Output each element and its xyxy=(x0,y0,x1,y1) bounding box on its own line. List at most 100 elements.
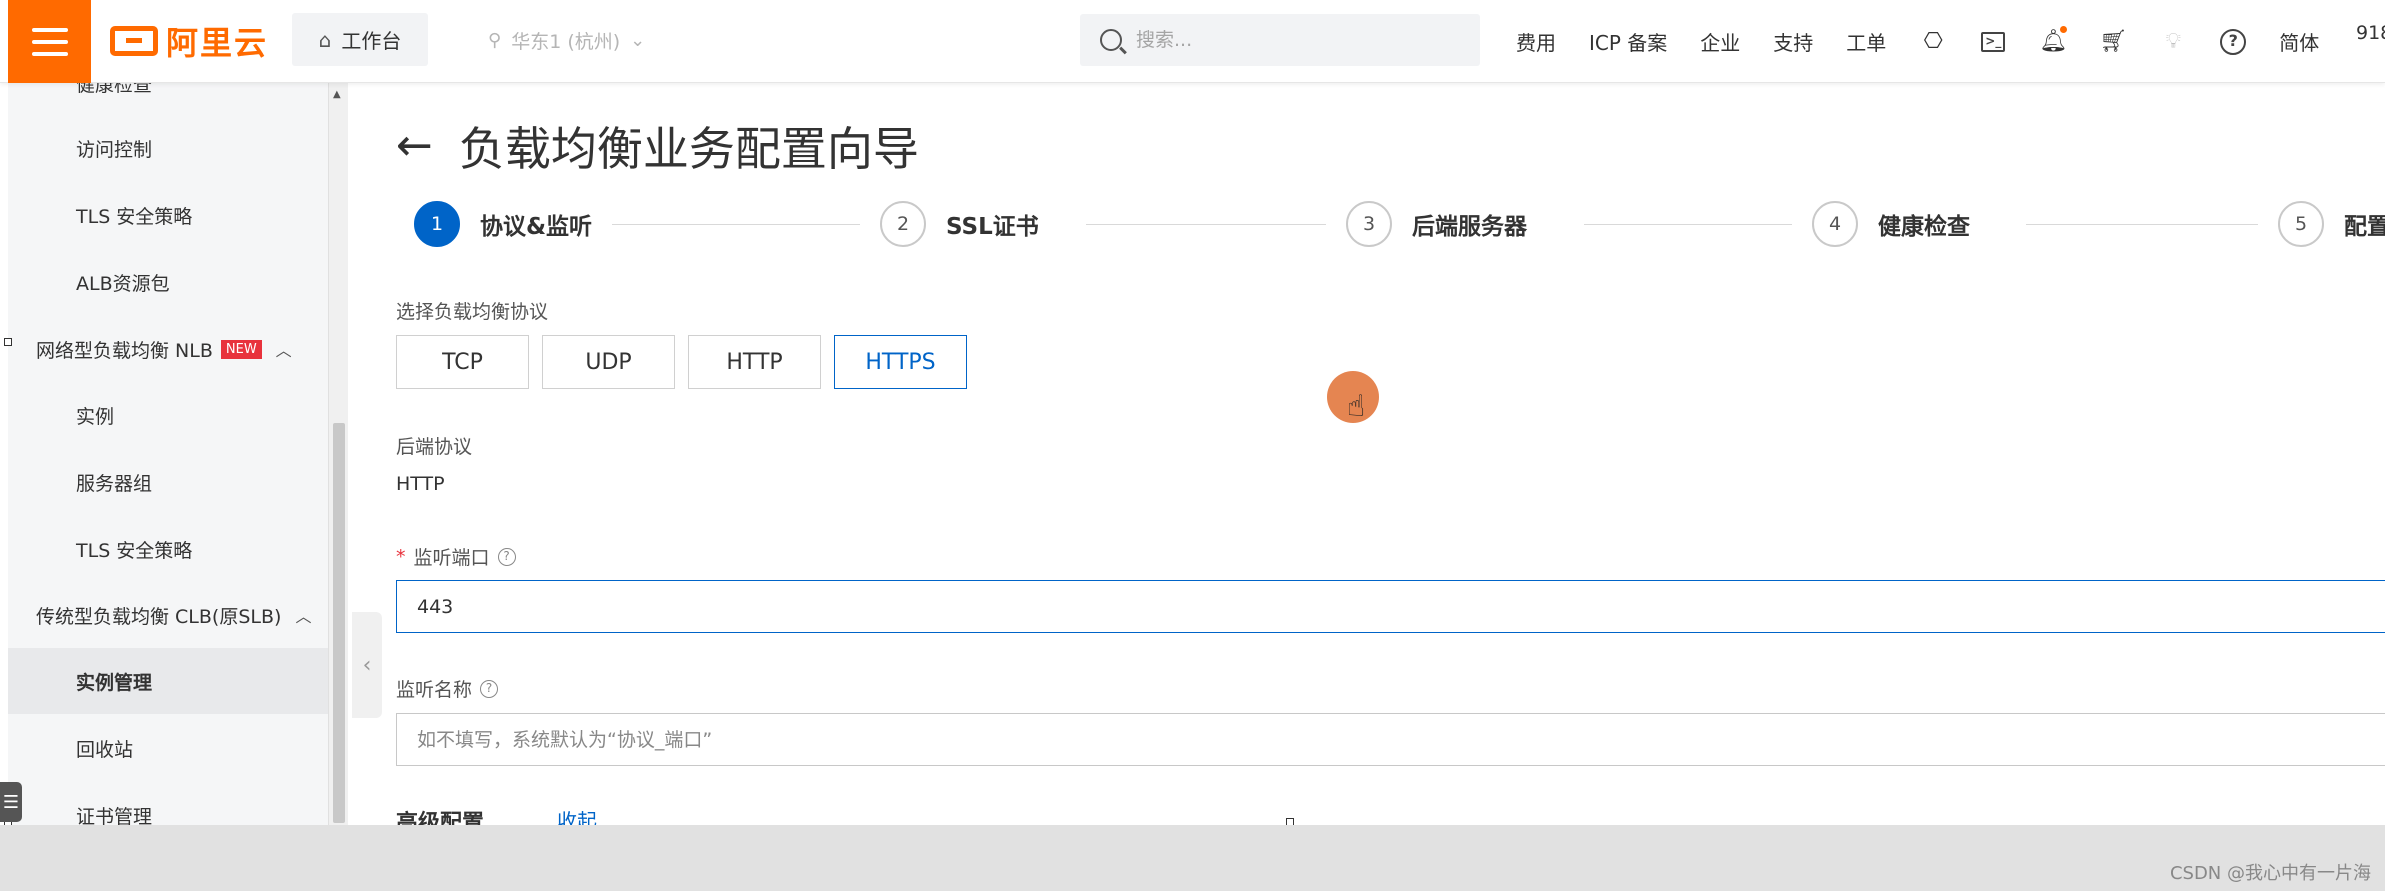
sidebar-item-alb-package[interactable]: ALB资源包 xyxy=(8,252,334,312)
logo-text: 阿里云 xyxy=(166,24,269,62)
help-icon[interactable]: ? xyxy=(480,679,499,698)
nav-link-billing[interactable]: 费用 xyxy=(1516,27,1556,56)
step-number: 1 xyxy=(414,201,460,247)
sidebar-item-label: 网络型负载均衡 NLB xyxy=(36,339,213,362)
search-box[interactable] xyxy=(1080,14,1480,66)
notification-dot xyxy=(2060,25,2068,33)
listen-port-input[interactable] xyxy=(396,580,2385,633)
protocol-http-button[interactable]: HTTP xyxy=(688,335,821,389)
step-4: 4 健康检查 xyxy=(1812,201,1970,247)
top-navbar: 阿里云 ⌂ 工作台 ⚲ 华东1 (杭州) ⌄ 费用 ICP 备案 企业 支持 工… xyxy=(0,0,2385,83)
region-label: 华东1 (杭州) xyxy=(511,30,621,53)
notification-bell-icon[interactable]: 🔔︎ xyxy=(2039,25,2068,56)
sidebar-item-recycle-bin[interactable]: 回收站 xyxy=(8,718,334,778)
location-pin-icon: ⚲ xyxy=(488,29,502,51)
sidebar-item-nlb-instance[interactable]: 实例 xyxy=(8,385,334,445)
protocol-selector: TCP UDP HTTP HTTPS xyxy=(396,335,967,389)
sidebar-item-label: 回收站 xyxy=(76,738,134,761)
protocol-tcp-button[interactable]: TCP xyxy=(396,335,529,389)
nav-link-enterprise[interactable]: 企业 xyxy=(1700,27,1740,56)
help-circle-icon[interactable]: ? xyxy=(2219,28,2247,56)
sidebar-group-nlb[interactable]: 网络型负载均衡 NLB NEW ︿ xyxy=(8,319,334,379)
step-label: 配置 xyxy=(2344,214,2385,240)
sidebar-item-certificate-management[interactable]: 证书管理 xyxy=(8,785,334,826)
main-content: ← 负载均衡业务配置向导 1 协议&监听 2 SSL证书 3 后端服务器 4 健… xyxy=(382,83,2385,825)
help-icon[interactable]: ? xyxy=(497,547,516,566)
language-switch[interactable]: 简体 xyxy=(2279,27,2319,56)
backend-protocol-value: HTTP xyxy=(396,473,445,495)
lightbulb-icon[interactable]: 💡︎ xyxy=(2159,28,2187,56)
listen-name-input[interactable] xyxy=(396,713,2385,766)
nav-link-ticket[interactable]: 工单 xyxy=(1846,27,1886,56)
watermark-text: CSDN @我心中有一片海 xyxy=(2169,863,2371,884)
workbench-label: 工作台 xyxy=(341,29,402,53)
search-input[interactable] xyxy=(1136,29,1436,51)
nav-link-support[interactable]: 支持 xyxy=(1773,27,1813,56)
step-label: 后端服务器 xyxy=(1412,214,1527,240)
sidebar: 健康检查 访问控制 TLS 安全策略 ALB资源包 网络型负载均衡 NLB NE… xyxy=(8,83,334,825)
sidebar-group-clb[interactable]: 传统型负载均衡 CLB(原SLB) ︿ xyxy=(8,585,334,645)
cart-icon[interactable]: 🛒︎ xyxy=(2099,28,2127,56)
app-icon[interactable]: ⎔ xyxy=(1919,28,1947,56)
selection-handle xyxy=(4,338,12,346)
chevron-left-icon: ‹ xyxy=(362,652,372,678)
region-selector[interactable]: ⚲ 华东1 (杭州) ⌄ xyxy=(488,22,645,58)
sidebar-item-label: 服务器组 xyxy=(76,472,153,495)
required-asterisk: * xyxy=(396,545,406,568)
chevron-down-icon: ⌄ xyxy=(630,29,646,51)
step-connector xyxy=(1584,224,1792,225)
step-number: 3 xyxy=(1346,201,1392,247)
step-3: 3 后端服务器 xyxy=(1346,201,1527,247)
bottom-bar: CSDN @我心中有一片海 xyxy=(0,825,2385,891)
account-id-text[interactable]: 918 xyxy=(2356,22,2385,44)
step-label: SSL证书 xyxy=(946,214,1039,240)
page-title: 负载均衡业务配置向导 xyxy=(458,122,919,176)
back-arrow-icon[interactable]: ← xyxy=(396,124,433,168)
protocol-https-button[interactable]: HTTPS xyxy=(834,335,967,389)
sidebar-item-label: 实例管理 xyxy=(76,671,153,694)
advanced-config-label: 高级配置 xyxy=(396,811,485,825)
step-2: 2 SSL证书 xyxy=(880,201,1039,247)
sidebar-item-label: TLS 安全策略 xyxy=(76,539,193,562)
step-5: 5 配置 xyxy=(2278,201,2385,247)
sidebar-item-nlb-tls-policy[interactable]: TLS 安全策略 xyxy=(8,519,334,579)
step-number: 2 xyxy=(880,201,926,247)
name-label-text: 监听名称 xyxy=(396,679,473,701)
sidebar-item-tls-policy[interactable]: TLS 安全策略 xyxy=(8,185,334,245)
nav-link-icp[interactable]: ICP 备案 xyxy=(1589,27,1667,56)
sidebar-item-instance-management[interactable]: 实例管理 xyxy=(8,648,333,714)
sidebar-item-label: 证书管理 xyxy=(76,805,153,826)
home-icon: ⌂ xyxy=(318,27,332,52)
step-connector xyxy=(2026,224,2258,225)
hand-cursor-icon: ☝︎ xyxy=(1347,389,1366,424)
sidebar-item-health-check[interactable]: 健康检查 xyxy=(8,83,334,113)
workbench-button[interactable]: ⌂ 工作台 xyxy=(292,13,428,66)
page-header: ← 负载均衡业务配置向导 xyxy=(396,113,919,179)
sidebar-item-server-group[interactable]: 服务器组 xyxy=(8,452,334,512)
step-connector xyxy=(612,224,860,225)
search-icon xyxy=(1100,29,1122,51)
sidebar-item-access-control[interactable]: 访问控制 xyxy=(8,118,334,178)
scroll-up-arrow-icon[interactable]: ▲ xyxy=(333,89,341,100)
step-label: 协议&监听 xyxy=(480,214,593,240)
hamburger-menu-button[interactable] xyxy=(8,0,91,83)
sidebar-item-label: 健康检查 xyxy=(76,83,153,96)
protocol-udp-button[interactable]: UDP xyxy=(542,335,675,389)
scrollbar-thumb[interactable] xyxy=(333,423,345,823)
backend-label-text: 后端协议 xyxy=(396,436,473,458)
terminal-icon[interactable]: >_ xyxy=(1979,28,2007,56)
step-label: 健康检查 xyxy=(1878,214,1970,240)
edge-menu-icon[interactable]: ☰ xyxy=(0,782,22,822)
sidebar-scrollbar[interactable]: ▲ xyxy=(328,83,348,825)
listen-name-label: 监听名称 ? xyxy=(396,675,499,702)
step-1: 1 协议&监听 xyxy=(414,201,592,247)
step-number: 5 xyxy=(2278,201,2324,247)
sidebar-item-label: 实例 xyxy=(76,405,115,428)
sidebar-collapse-button[interactable]: ‹ xyxy=(352,612,382,718)
chevron-up-icon: ︿ xyxy=(275,341,292,360)
aliyun-logo[interactable]: 阿里云 xyxy=(110,18,268,64)
collapse-advanced-link[interactable]: 收起 xyxy=(557,805,597,825)
step-connector xyxy=(1086,224,1326,225)
top-nav-links: 费用 ICP 备案 企业 支持 工单 ⎔ >_ 🔔︎ 🛒︎ 💡︎ ? 简体 xyxy=(1516,0,2352,83)
sidebar-item-label: 访问控制 xyxy=(76,138,153,161)
